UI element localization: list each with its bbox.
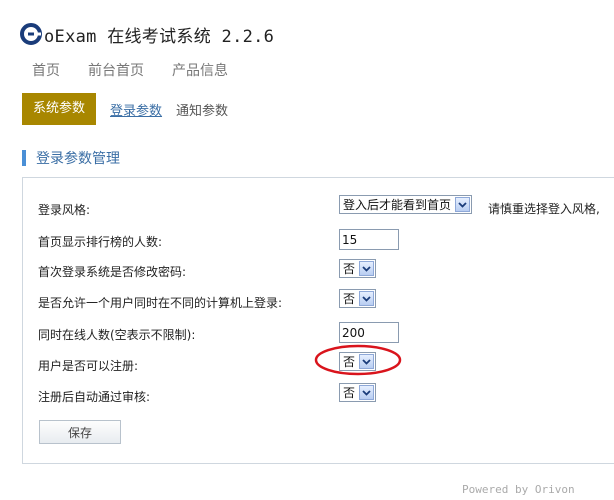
app-header: oExam 在线考试系统 2.2.6 [20,20,274,48]
chevron-down-icon [359,291,375,306]
online-limit-input[interactable] [339,322,399,343]
section-marker [22,150,26,166]
login-style-label: 登录风格: [38,203,91,217]
allow-register-select[interactable]: 否 [339,352,377,371]
oexam-logo-icon [20,23,42,45]
save-button[interactable]: 保存 [39,420,121,444]
chevron-down-icon [359,354,375,369]
auto-approve-select[interactable]: 否 [339,383,377,402]
section-header: 登录参数管理 [22,148,120,168]
chevron-down-icon [359,261,375,276]
nav-home[interactable]: 首页 [32,60,60,80]
powered-by-footer: Powered by Orivon [462,483,575,496]
tab-login-params[interactable]: 登录参数 [110,100,162,119]
app-title: oExam 在线考试系统 2.2.6 [44,26,275,47]
change-password-value: 否 [343,262,356,276]
change-password-label: 首次登录系统是否修改密码: [38,265,187,279]
login-params-form: 登录风格: 登入后才能看到首页 请慎重选择登入风格, 首页显示排行榜的人数: 首… [22,177,614,464]
login-style-value: 登入后才能看到首页 [343,198,452,212]
nav-product-info[interactable]: 产品信息 [172,60,228,80]
multi-login-value: 否 [343,292,356,306]
auto-approve-value: 否 [343,386,356,400]
login-style-hint: 请慎重选择登入风格, [488,202,600,216]
login-style-select[interactable]: 登入后才能看到首页 [339,195,473,214]
rank-count-input[interactable] [339,229,399,250]
tab-system-params[interactable]: 系统参数 [22,93,97,125]
nav-frontend-home[interactable]: 前台首页 [88,60,144,80]
rank-count-label: 首页显示排行榜的人数: [38,235,163,249]
allow-register-label: 用户是否可以注册: [38,359,139,373]
change-password-select[interactable]: 否 [339,259,377,278]
top-nav: 首页 前台首页 产品信息 [32,60,228,80]
multi-login-select[interactable]: 否 [339,289,377,308]
allow-register-value: 否 [343,355,356,369]
online-limit-label: 同时在线人数(空表示不限制): [38,328,196,342]
sub-tabs: 系统参数 登录参数 通知参数 [22,93,228,125]
chevron-down-icon [359,385,375,400]
tab-notify-params[interactable]: 通知参数 [176,100,228,119]
section-title: 登录参数管理 [36,151,120,167]
multi-login-label: 是否允许一个用户同时在不同的计算机上登录: [38,296,283,310]
auto-approve-label: 注册后自动通过审核: [38,390,151,404]
chevron-down-icon [455,197,471,212]
